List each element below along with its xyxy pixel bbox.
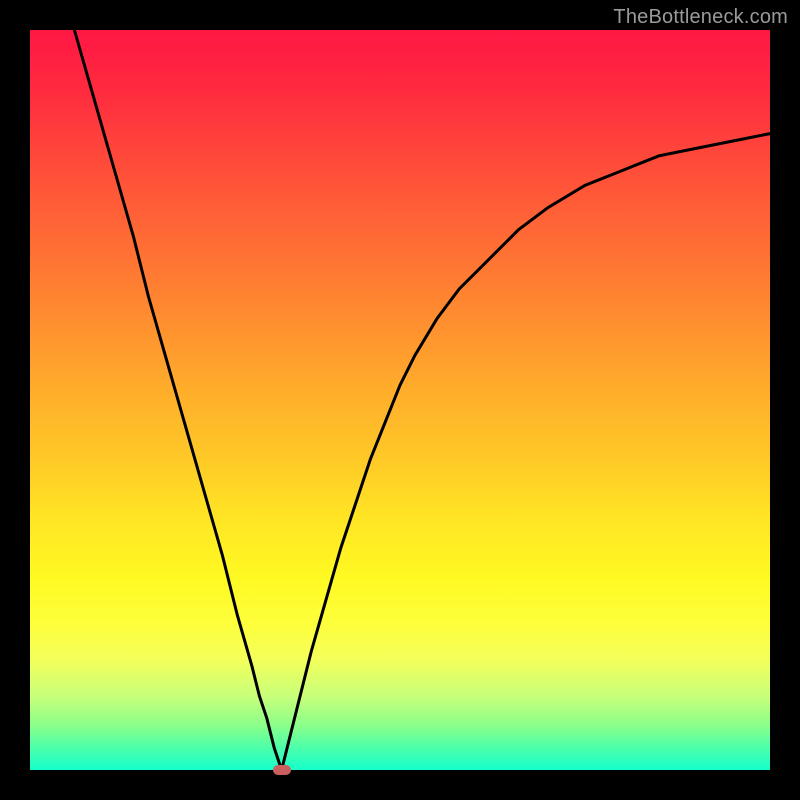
curve-left-branch [74, 30, 281, 770]
watermark-text: TheBottleneck.com [613, 6, 788, 29]
curve-right-branch [282, 134, 770, 770]
plot-area [30, 30, 770, 770]
curve-svg [30, 30, 770, 770]
minimum-marker [273, 765, 291, 775]
chart-container: TheBottleneck.com [0, 0, 800, 800]
